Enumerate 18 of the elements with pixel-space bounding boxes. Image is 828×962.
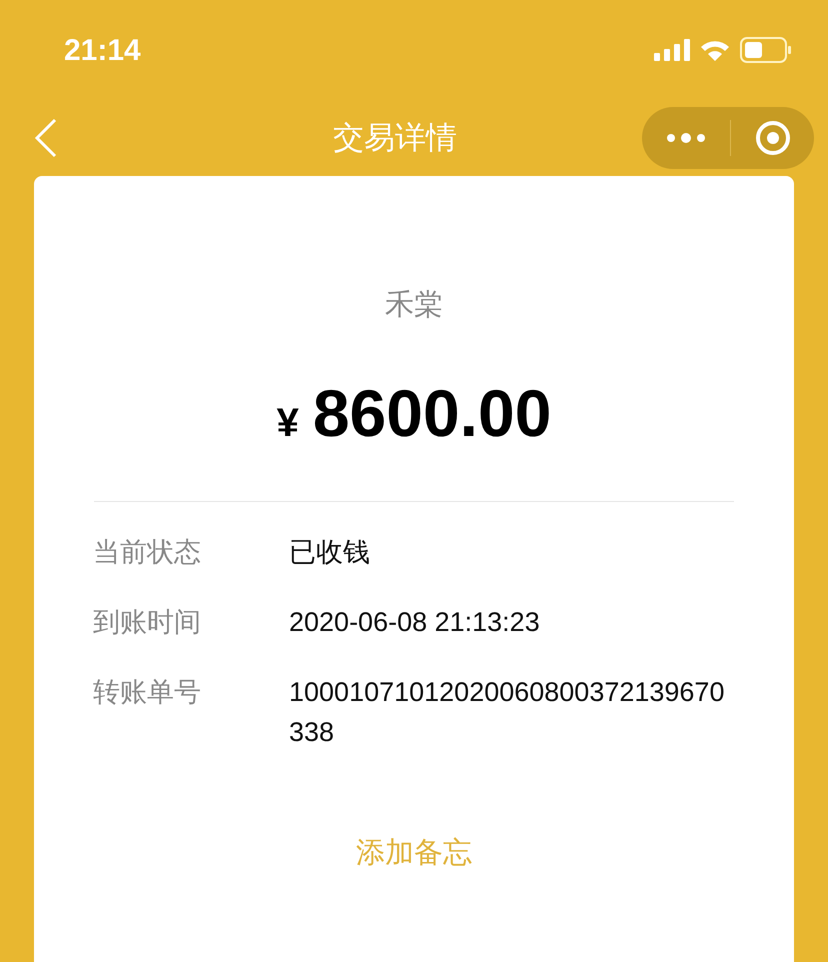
currency-symbol: ¥ xyxy=(276,400,299,446)
signal-icon xyxy=(654,39,690,61)
close-icon[interactable] xyxy=(755,120,791,156)
add-note-link[interactable]: 添加备忘 xyxy=(356,832,472,875)
payee-name: 禾棠 xyxy=(385,288,443,323)
detail-value: 已收钱 xyxy=(289,536,371,568)
detail-label: 到账时间 xyxy=(93,606,202,638)
amount: 8600.00 xyxy=(312,374,552,452)
battery-icon xyxy=(740,37,792,63)
detail-value: 10001071012020060800372139670338 xyxy=(289,676,726,748)
detail-label: 转账单号 xyxy=(93,676,202,708)
page-title: 交易详情 xyxy=(333,118,457,157)
wifi-icon xyxy=(700,39,730,61)
back-icon[interactable] xyxy=(34,118,58,158)
detail-label: 当前状态 xyxy=(93,536,202,568)
detail-value: 2020-06-08 21:13:23 xyxy=(289,606,541,638)
more-icon[interactable] xyxy=(666,132,706,144)
status-time: 21:14 xyxy=(64,32,141,68)
